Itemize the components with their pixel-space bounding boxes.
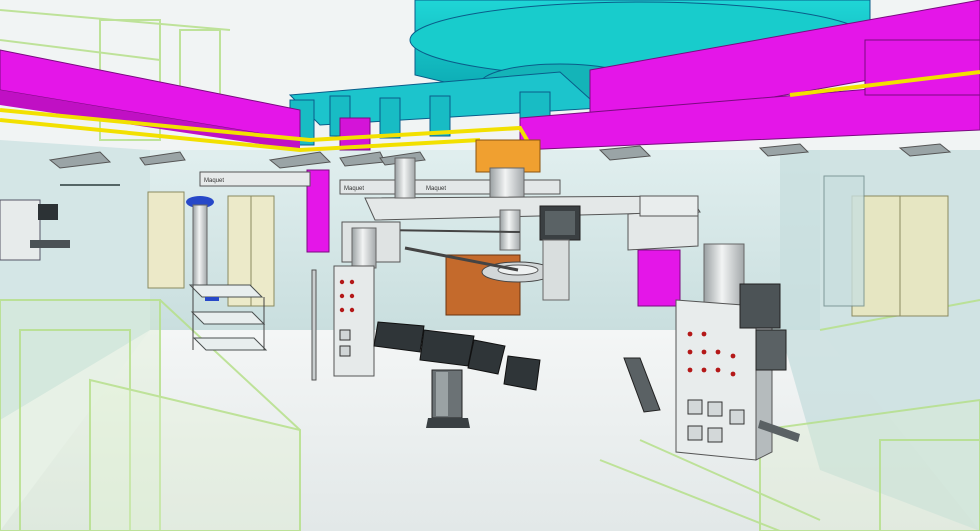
bim-operating-room-render: Maquet Maquet Maquet [0, 0, 980, 531]
top-boom-right-label: Maquet [426, 186, 446, 192]
top-boom-left-label: Maquet [344, 186, 364, 192]
scene-svg: Maquet Maquet Maquet [0, 0, 980, 531]
right-doors [851, 195, 949, 317]
right-wall-panel [823, 175, 865, 307]
orange-junction-box [475, 139, 541, 173]
left-boom-label: Maquet [204, 178, 224, 184]
